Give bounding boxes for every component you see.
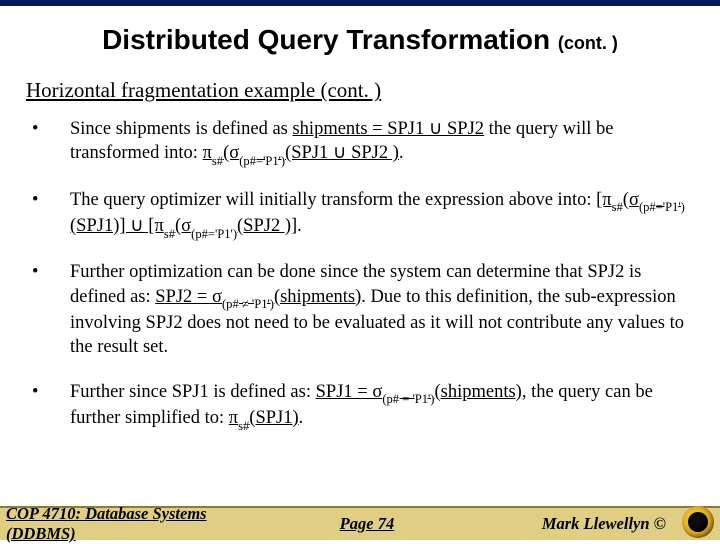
bullet-list: • Since shipments is defined as shipment… xyxy=(0,117,720,432)
slide-subtitle: Horizontal fragmentation example (cont. … xyxy=(26,78,720,103)
bullet-marker: • xyxy=(28,380,70,433)
slide-footer: COP 4710: Database Systems (DDBMS) Page … xyxy=(0,506,720,540)
bullet-text: Since shipments is defined as shipments … xyxy=(70,117,692,168)
list-item: • Further optimization can be done since… xyxy=(28,260,692,360)
bullet-marker: • xyxy=(28,117,70,168)
title-cont: (cont. ) xyxy=(558,33,618,53)
bullet-text: The query optimizer will initially trans… xyxy=(70,188,692,241)
footer-course: COP 4710: Database Systems (DDBMS) xyxy=(6,504,274,544)
bullet-marker: • xyxy=(28,260,70,360)
top-accent-bar xyxy=(0,0,720,6)
title-main: Distributed Query Transformation xyxy=(102,24,550,55)
footer-page: Page 74 xyxy=(274,514,460,534)
ucf-logo-icon xyxy=(682,506,714,538)
slide-title: Distributed Query Transformation (cont. … xyxy=(0,24,720,56)
bullet-text: Further optimization can be done since t… xyxy=(70,260,692,360)
list-item: • Since shipments is defined as shipment… xyxy=(28,117,692,168)
list-item: • Further since SPJ1 is defined as: SPJ1… xyxy=(28,380,692,433)
list-item: • The query optimizer will initially tra… xyxy=(28,188,692,241)
bullet-marker: • xyxy=(28,188,70,241)
footer-author: Mark Llewellyn © xyxy=(460,514,710,534)
bullet-text: Further since SPJ1 is defined as: SPJ1 =… xyxy=(70,380,692,433)
